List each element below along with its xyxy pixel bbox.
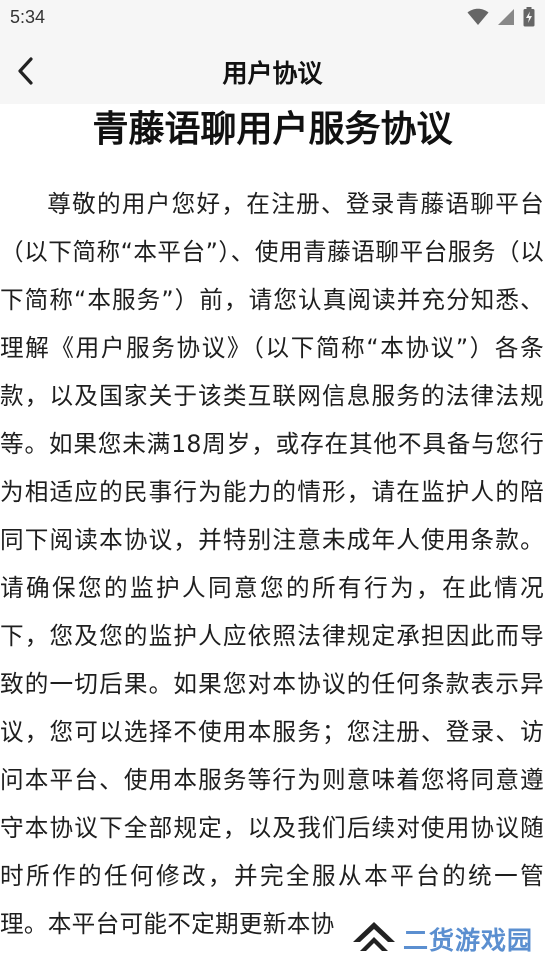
status-icons	[467, 7, 535, 31]
battery-charging-icon	[523, 7, 535, 31]
cellular-signal-icon	[497, 8, 515, 30]
status-time: 5:34	[10, 7, 46, 27]
page-title: 用户协议	[222, 59, 323, 88]
site-watermark: 二货游戏园	[342, 916, 539, 962]
document-title: 青藤语聊用户服务协议	[92, 109, 453, 150]
navigation-bar: 用户协议	[0, 38, 545, 104]
watermark-text: 二货游戏园	[402, 926, 533, 955]
wifi-icon	[467, 8, 489, 30]
status-bar: 5:34	[0, 0, 545, 38]
document-body: 尊敬的用户您好，在注册、登录青藤语聊平台（以下简称“本平台”）、使用青藤语聊平台…	[0, 190, 544, 938]
watermark-logo-icon	[351, 918, 397, 960]
agreement-content[interactable]: 青藤语聊用户服务协议 尊敬的用户您好，在注册、登录青藤语聊平台（以下简称“本平台…	[0, 104, 545, 968]
